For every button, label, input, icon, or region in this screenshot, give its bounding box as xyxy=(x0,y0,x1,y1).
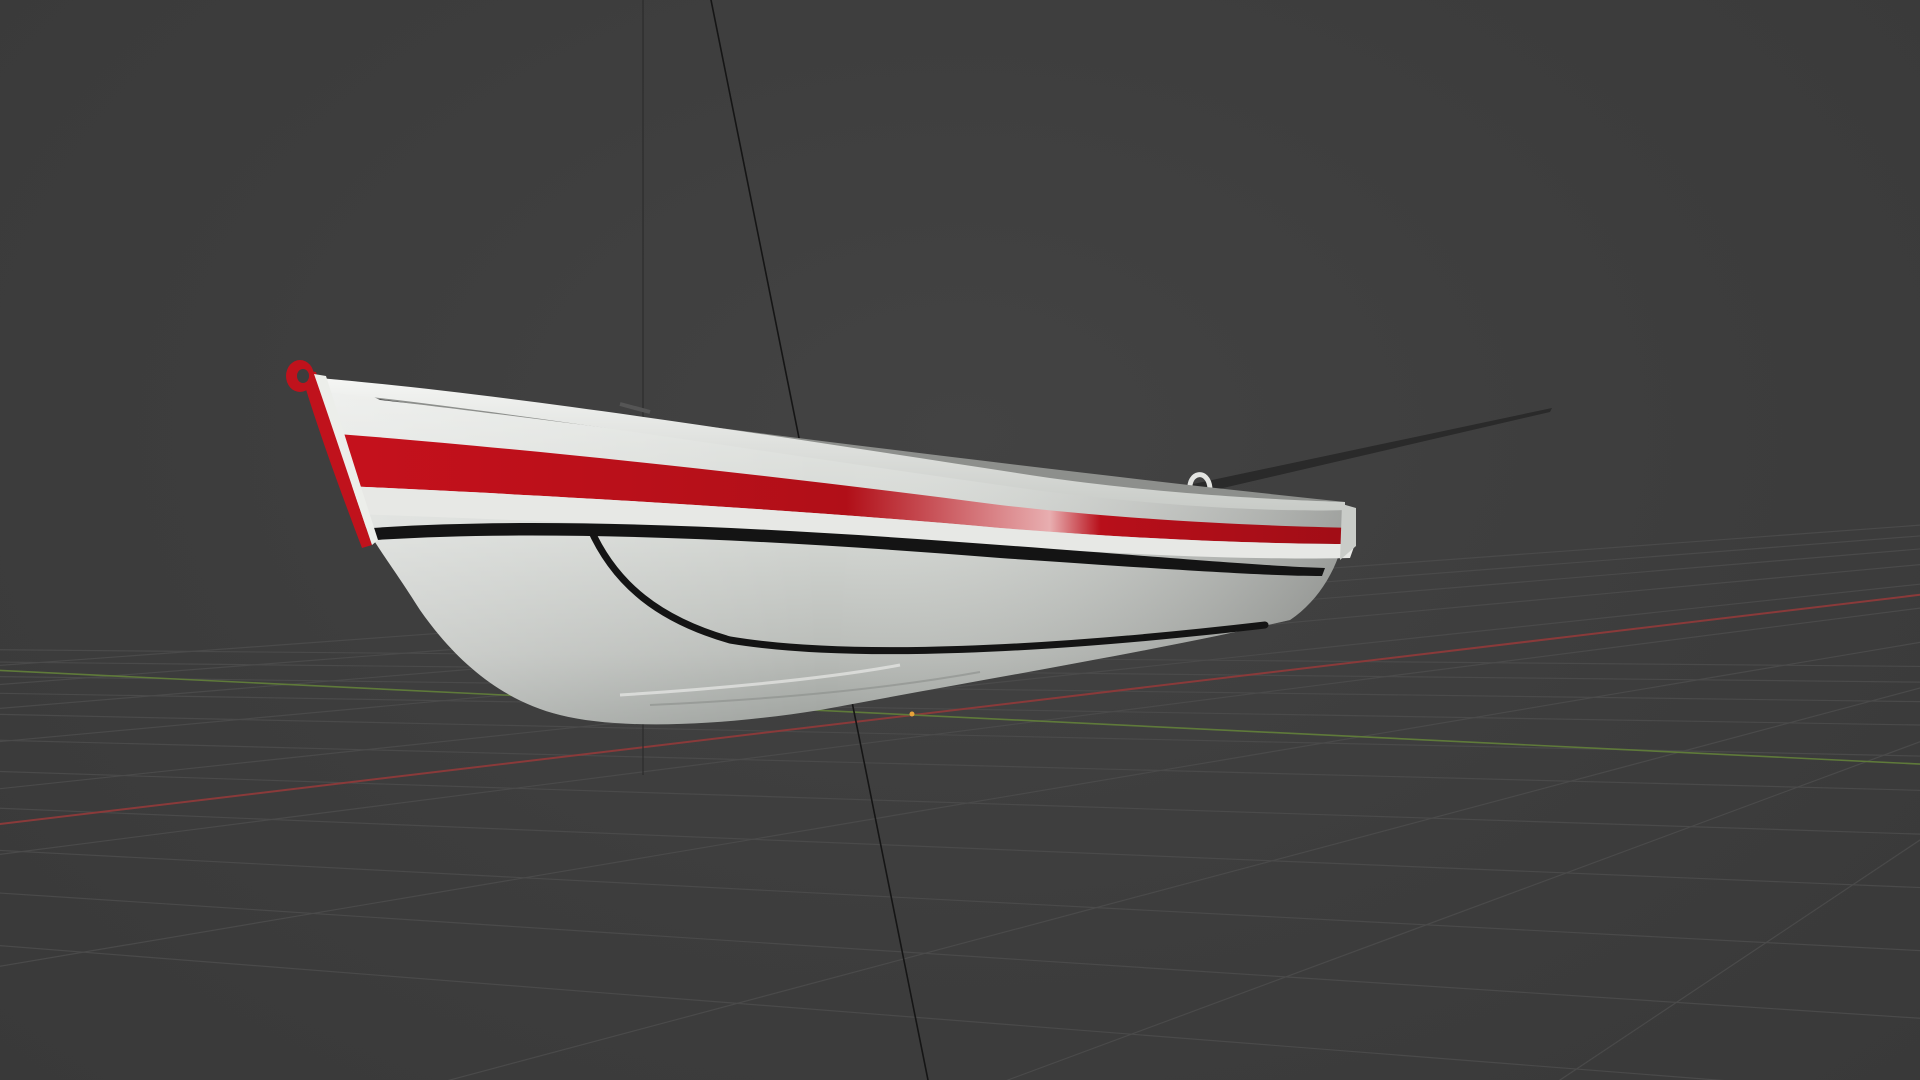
bow-eye-ring xyxy=(286,360,314,392)
oar[interactable] xyxy=(1165,408,1552,498)
rowboat-model[interactable] xyxy=(286,360,1552,725)
oar-handle xyxy=(619,402,651,414)
origin-marker xyxy=(909,711,915,717)
stern-transom xyxy=(1340,504,1356,560)
3d-viewport[interactable] xyxy=(0,0,1920,1080)
